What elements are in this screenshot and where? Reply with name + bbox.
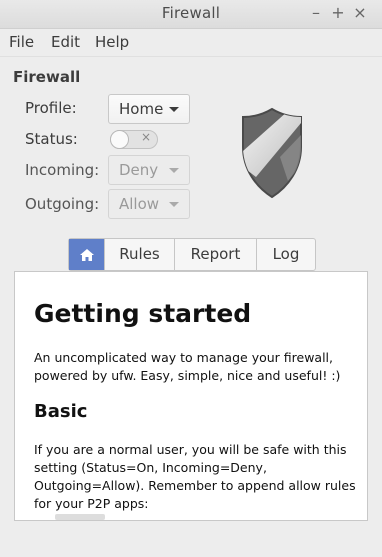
tab-log[interactable]: Log	[256, 239, 315, 270]
profile-dropdown[interactable]: Home	[108, 94, 190, 124]
content-pane[interactable]: Getting started An uncomplicated way to …	[14, 271, 368, 521]
toggle-knob	[110, 130, 129, 149]
incoming-label: Incoming:	[25, 161, 100, 179]
off-icon: ×	[140, 130, 151, 144]
tab-rules[interactable]: Rules	[104, 239, 174, 270]
incoming-value: Deny	[119, 161, 159, 179]
status-label: Status:	[25, 130, 78, 148]
menu-edit[interactable]: Edit	[51, 33, 80, 51]
clipped-content	[55, 514, 105, 520]
shield-icon	[242, 107, 302, 199]
title-bar[interactable]: Firewall – + ×	[0, 0, 382, 29]
maximize-icon[interactable]: +	[328, 3, 348, 23]
tab-bar: Rules Report Log	[68, 238, 316, 271]
chevron-down-icon	[169, 168, 179, 173]
outgoing-label: Outgoing:	[25, 195, 100, 213]
profile-value: Home	[119, 100, 164, 118]
menu-bar: File Edit Help	[0, 29, 382, 56]
outgoing-dropdown[interactable]: Allow	[108, 189, 190, 219]
outgoing-value: Allow	[119, 195, 160, 213]
tab-home[interactable]	[69, 239, 104, 270]
minimize-icon[interactable]: –	[306, 3, 326, 23]
incoming-dropdown[interactable]: Deny	[108, 155, 190, 185]
menu-separator	[0, 56, 382, 57]
status-toggle[interactable]: ×	[110, 130, 158, 149]
chevron-down-icon	[169, 202, 179, 207]
profile-label: Profile:	[25, 99, 77, 117]
basic-paragraph: If you are a normal user, you will be sa…	[34, 442, 356, 511]
content-heading: Getting started	[34, 299, 252, 328]
firewall-window: Firewall – + × File Edit Help Firewall P…	[0, 0, 382, 557]
content-subheading: Basic	[34, 401, 88, 422]
close-icon[interactable]: ×	[350, 3, 370, 23]
tab-report[interactable]: Report	[174, 239, 256, 270]
menu-help[interactable]: Help	[95, 33, 129, 51]
chevron-down-icon	[169, 107, 179, 112]
menu-file[interactable]: File	[9, 33, 34, 51]
home-icon	[79, 249, 94, 261]
section-title: Firewall	[13, 68, 81, 86]
intro-paragraph: An uncomplicated way to manage your fire…	[34, 350, 341, 383]
